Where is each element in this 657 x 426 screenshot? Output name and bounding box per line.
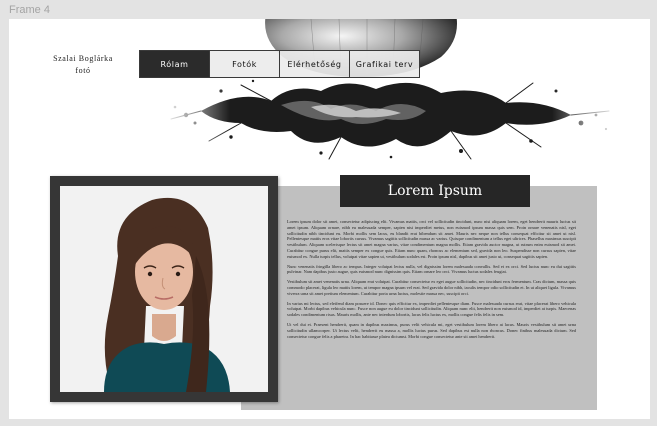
section-title: Lorem Ipsum bbox=[340, 175, 530, 207]
paragraph: Lorem ipsum dolor sit amet, consectetur … bbox=[287, 219, 576, 259]
nav-item-elerhetoseg[interactable]: Elérhetőség bbox=[279, 50, 350, 78]
hero-ink-splash-image bbox=[161, 19, 621, 161]
photo-frame bbox=[50, 176, 278, 402]
nav-item-grafikai-terv[interactable]: Grafikai terv bbox=[349, 50, 420, 78]
paragraph: Vestibulum sit amet venenatis urna. Aliq… bbox=[287, 279, 576, 296]
paragraph: Ut vel dui et. Praesent hendrerit, quam … bbox=[287, 321, 576, 339]
portrait-photo bbox=[60, 186, 268, 392]
nav-item-rolam[interactable]: Rólam bbox=[139, 50, 210, 78]
paragraph: In varius mi lectus, sed eleifend diam p… bbox=[287, 300, 576, 318]
paragraph: Nunc venenatis fringilla libero ac tempu… bbox=[287, 263, 576, 275]
brand-logo[interactable]: Szalai Boglárka fotó bbox=[43, 53, 123, 77]
brand-name: Szalai Boglárka bbox=[53, 54, 113, 63]
brand-subtitle: fotó bbox=[75, 66, 91, 75]
main-nav: Rólam Fotók Elérhetőség Grafikai terv bbox=[139, 50, 420, 78]
frame-label: Frame 4 bbox=[9, 4, 50, 16]
nav-item-fotok[interactable]: Fotók bbox=[209, 50, 280, 78]
body-text: Lorem ipsum dolor sit amet, consectetur … bbox=[287, 219, 576, 343]
page-frame: Szalai Boglárka fotó Rólam Fotók Elérhet… bbox=[9, 19, 650, 419]
